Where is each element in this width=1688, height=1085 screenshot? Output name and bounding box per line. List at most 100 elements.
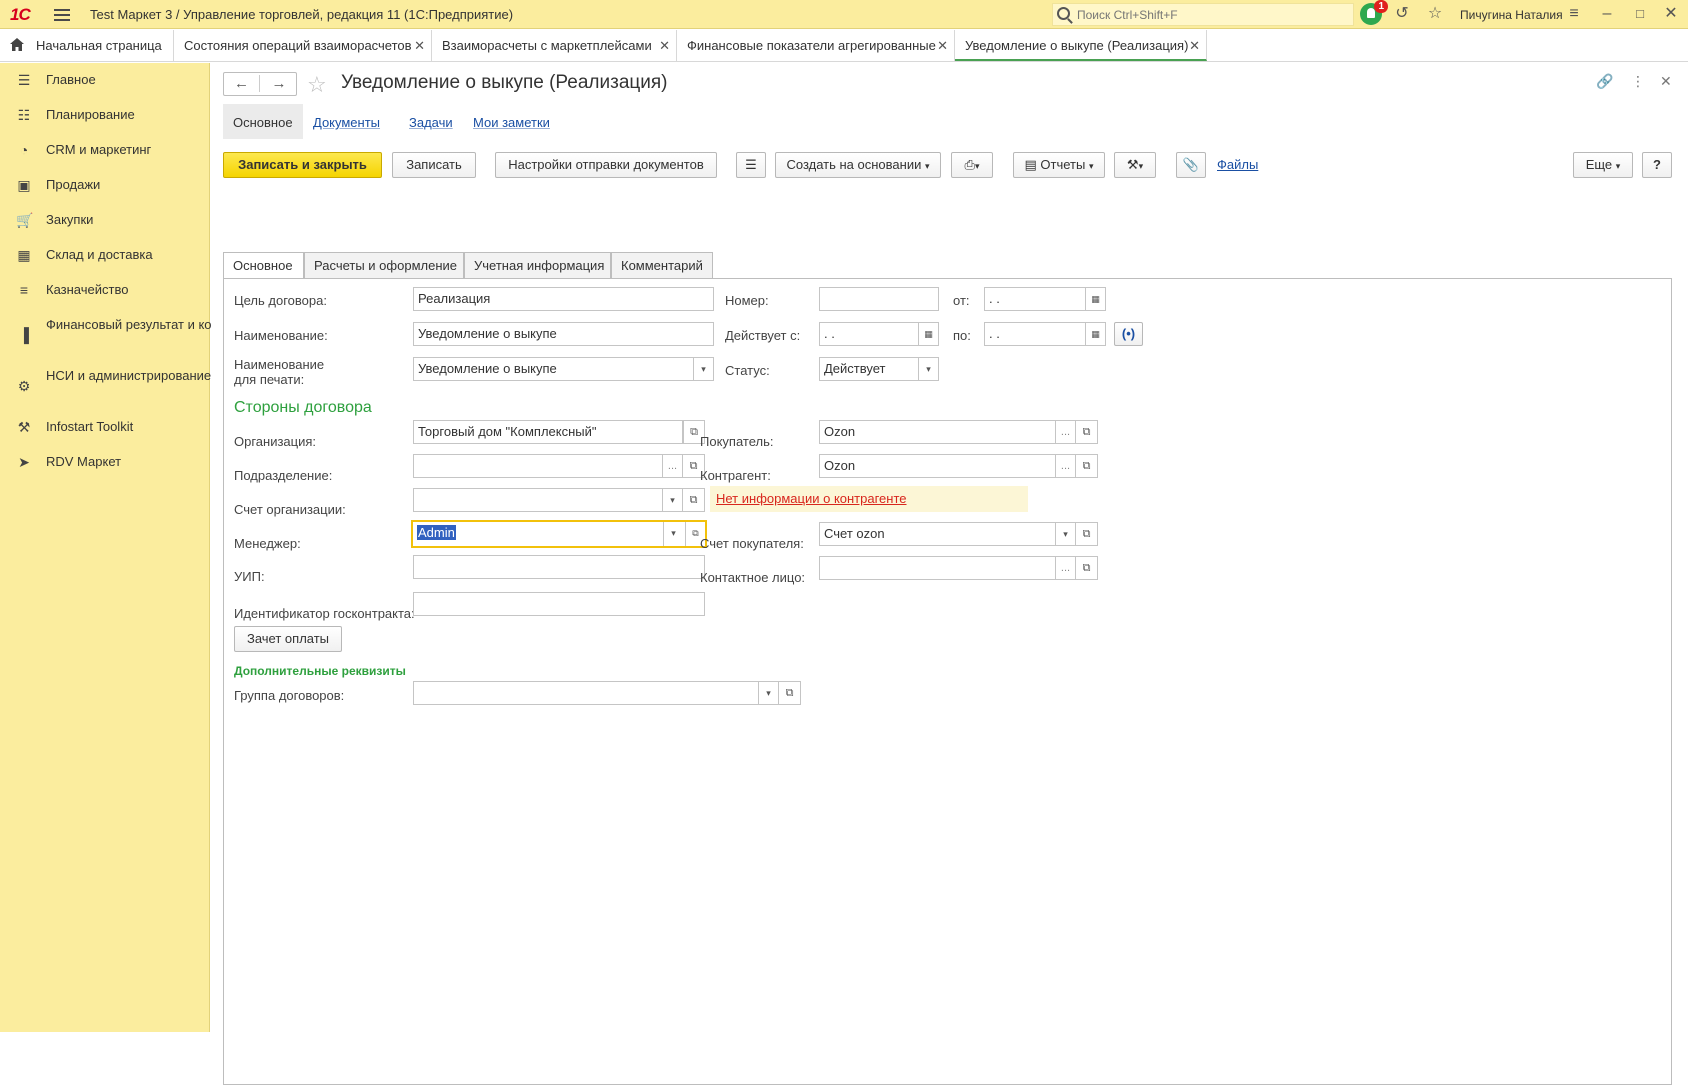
favorites-icon[interactable]: ☆	[1426, 5, 1444, 23]
sidebar-item-treasury[interactable]: ≡ Казначейство	[0, 282, 210, 302]
sidebar-item-warehouse[interactable]: ▦ Склад и доставка	[0, 247, 210, 267]
save-close-button[interactable]: Записать и закрыть	[223, 152, 382, 178]
search-input[interactable]	[1075, 6, 1345, 24]
status-field[interactable]: Действует ▾	[819, 357, 939, 381]
tab-settlement-states[interactable]: Состояния операций взаиморасчетов ✕	[174, 30, 432, 61]
open-icon[interactable]: ⧉	[1076, 522, 1098, 546]
chevron-down-icon[interactable]: ▾	[758, 682, 778, 704]
forward-arrow-icon[interactable]: →	[261, 75, 297, 92]
tab-settlements[interactable]: Расчеты и оформление	[304, 252, 464, 278]
close-tab-icon[interactable]: ✕	[1189, 38, 1200, 54]
create-based-button[interactable]: Создать на основании ▾	[775, 152, 941, 178]
tab-financial-indicators[interactable]: Финансовые показатели агрегированные ✕	[677, 30, 955, 61]
tools-button[interactable]: ⚒▾	[1114, 152, 1156, 178]
calendar-icon[interactable]: ▦	[1085, 323, 1105, 345]
close-tab-icon[interactable]: ✕	[937, 38, 948, 54]
buyer-account-field[interactable]: Счет ozon ▾	[819, 522, 1076, 546]
manager-field[interactable]: Admin ▾ ⧉	[411, 520, 707, 548]
main-menu-icon[interactable]	[54, 6, 70, 22]
user-name[interactable]: Пичугина Наталия	[1460, 8, 1563, 22]
open-icon[interactable]: ⧉	[779, 681, 801, 705]
sidebar-item-financial-result[interactable]: ▐ Финансовый результат и контроллинг	[0, 317, 273, 353]
tab-accounting[interactable]: Учетная информация	[464, 252, 611, 278]
more-vertical-icon[interactable]: ⋮	[1631, 73, 1645, 90]
payment-offset-button[interactable]: Зачет оплаты	[234, 626, 342, 652]
open-icon[interactable]: ⧉	[1076, 454, 1098, 478]
select-ellipsis-icon[interactable]: ...	[1055, 455, 1075, 477]
minimize-icon[interactable]: –	[1598, 5, 1616, 23]
sidebar-item-purchases[interactable]: 🛒 Закупки	[0, 212, 210, 232]
chevron-down-icon[interactable]: ▾	[663, 522, 683, 546]
contact-field[interactable]: ...	[819, 556, 1076, 580]
close-tab-icon[interactable]: ✕	[659, 38, 670, 54]
calendar-icon[interactable]: ▦	[918, 323, 938, 345]
select-ellipsis-icon[interactable]: ...	[662, 455, 682, 477]
from-date-field[interactable]: . . ▦	[984, 287, 1106, 311]
sidebar-item-rdv[interactable]: ➤ RDV Маркет	[0, 454, 210, 474]
files-link[interactable]: Файлы	[1217, 157, 1258, 172]
global-search[interactable]	[1052, 3, 1354, 26]
period-button[interactable]: (•)	[1114, 322, 1143, 346]
tab-buyout-notice[interactable]: Уведомление о выкупе (Реализация) ✕	[955, 30, 1207, 61]
open-icon[interactable]: ⧉	[1076, 420, 1098, 444]
sidebar-item-infostart[interactable]: ⚒ Infostart Toolkit	[0, 419, 210, 439]
attach-button[interactable]: 📎	[1176, 152, 1206, 178]
tab-main[interactable]: Основное	[223, 252, 304, 279]
chevron-down-icon[interactable]: ▾	[918, 358, 938, 380]
buyer-field[interactable]: Ozon ...	[819, 420, 1076, 444]
nav-notes[interactable]: Мои заметки	[473, 104, 550, 139]
more-button[interactable]: Еще ▾	[1573, 152, 1633, 178]
back-arrow-icon[interactable]: ←	[224, 75, 260, 92]
sidebar-item-sales[interactable]: ▣ Продажи	[0, 177, 210, 197]
app-logo[interactable]: 1С	[10, 5, 31, 25]
close-window-icon[interactable]: ✕	[1662, 5, 1680, 23]
number-field[interactable]	[819, 287, 939, 311]
chevron-down-icon[interactable]: ▾	[662, 489, 682, 511]
counterparty-field[interactable]: Ozon ...	[819, 454, 1076, 478]
history-icon[interactable]: ↺	[1393, 5, 1411, 23]
open-icon[interactable]: ⧉	[683, 488, 705, 512]
link-icon[interactable]: 🔗	[1596, 73, 1613, 90]
save-button[interactable]: Записать	[392, 152, 476, 178]
notifications-icon[interactable]: 1	[1360, 0, 1388, 25]
reports-button[interactable]: ▤ Отчеты ▾	[1013, 152, 1105, 178]
tab-comment[interactable]: Комментарий	[611, 252, 713, 278]
close-form-icon[interactable]: ✕	[1660, 73, 1672, 90]
purpose-field[interactable]: Реализация	[413, 287, 714, 311]
open-icon[interactable]: ⧉	[1076, 556, 1098, 580]
nav-tasks[interactable]: Задачи	[409, 104, 453, 139]
sidebar-item-nsi-admin[interactable]: ⚙ НСИ и администрирование	[0, 368, 212, 404]
contract-group-field[interactable]: ▾	[413, 681, 779, 705]
select-ellipsis-icon[interactable]: ...	[1055, 557, 1075, 579]
to-date-field[interactable]: . . ▦	[984, 322, 1106, 346]
no-counterparty-info-link[interactable]: Нет информации о контрагенте	[716, 491, 907, 506]
tab-marketplace-settlements[interactable]: Взаиморасчеты с маркетплейсами ✕	[432, 30, 677, 61]
print-button[interactable]: ⎙▾	[951, 152, 993, 178]
favorite-star-icon[interactable]: ☆	[307, 72, 327, 98]
dept-field[interactable]: ...	[413, 454, 683, 478]
sidebar-item-label: НСИ и администрирование	[46, 368, 212, 383]
settings-menu-icon[interactable]: ≡	[1565, 5, 1583, 23]
nav-documents[interactable]: Документы	[313, 104, 380, 139]
gov-id-field[interactable]	[413, 592, 705, 616]
org-field[interactable]: Торговый дом "Комплексный"	[413, 420, 683, 444]
valid-from-field[interactable]: . . ▦	[819, 322, 939, 346]
sidebar-item-main[interactable]: ☰ Главное	[0, 72, 210, 92]
document-icon-button[interactable]: ☰	[736, 152, 766, 178]
select-ellipsis-icon[interactable]: ...	[1055, 421, 1075, 443]
uip-field[interactable]	[413, 555, 705, 579]
org-account-field[interactable]: ▾	[413, 488, 683, 512]
help-button[interactable]: ?	[1642, 152, 1672, 178]
name-field[interactable]: Уведомление о выкупе	[413, 322, 714, 346]
nav-main[interactable]: Основное	[223, 104, 303, 139]
tab-home[interactable]: Начальная страница	[0, 30, 174, 61]
send-settings-button[interactable]: Настройки отправки документов	[495, 152, 717, 178]
maximize-icon[interactable]: □	[1631, 5, 1649, 23]
sidebar-item-crm[interactable]: ◔ CRM и маркетинг	[0, 142, 210, 162]
close-tab-icon[interactable]: ✕	[414, 38, 425, 54]
chevron-down-icon[interactable]: ▾	[693, 358, 713, 380]
print-name-field[interactable]: Уведомление о выкупе ▾	[413, 357, 714, 381]
chevron-down-icon[interactable]: ▾	[1055, 523, 1075, 545]
calendar-icon[interactable]: ▦	[1085, 288, 1105, 310]
sidebar-item-planning[interactable]: ☷ Планирование	[0, 107, 210, 127]
